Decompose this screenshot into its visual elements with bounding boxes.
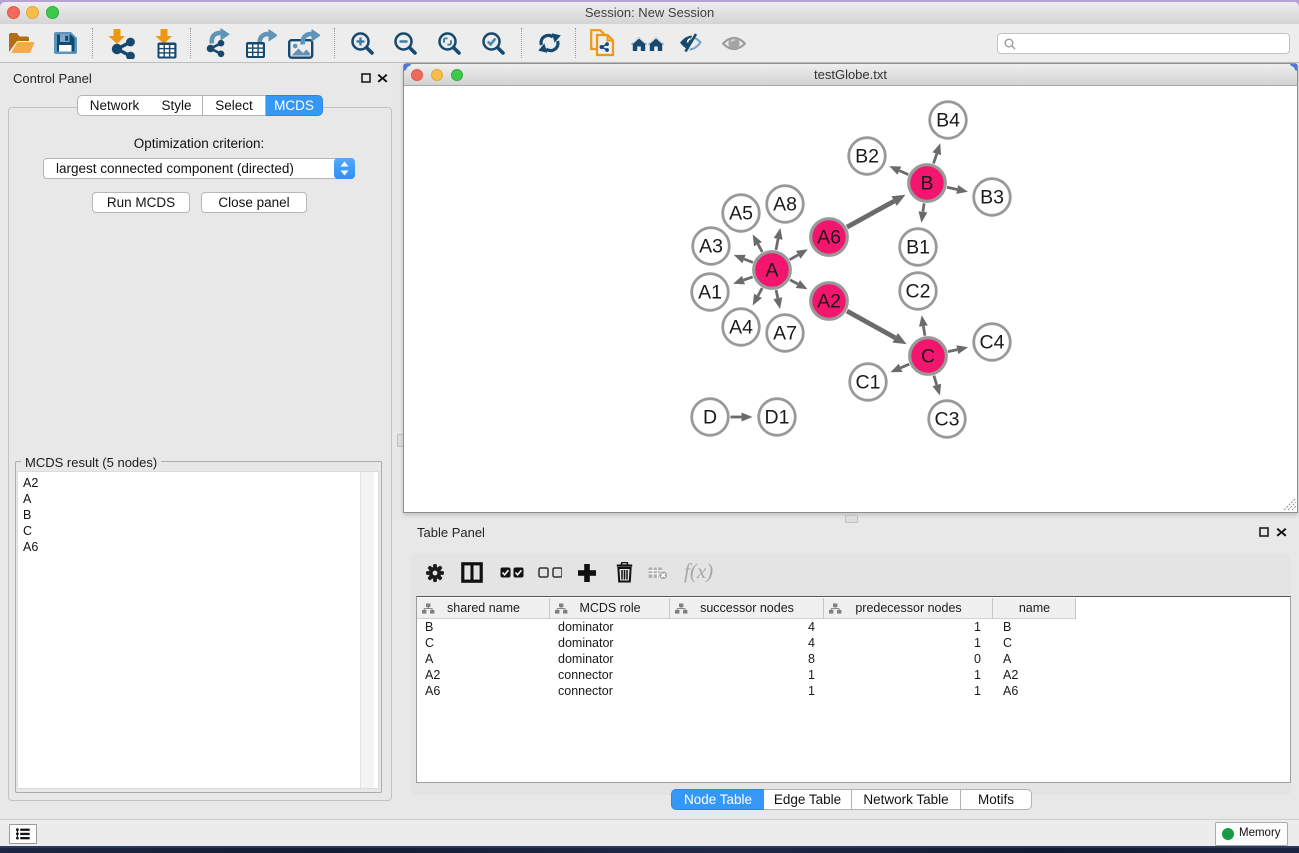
svg-text:B3: B3 xyxy=(980,187,1004,209)
svg-text:A1: A1 xyxy=(698,282,722,304)
svg-text:B1: B1 xyxy=(906,237,930,259)
svg-text:A5: A5 xyxy=(729,203,753,225)
svg-text:C: C xyxy=(921,346,935,368)
svg-text:A2: A2 xyxy=(817,291,841,313)
svg-text:A6: A6 xyxy=(817,227,841,249)
svg-text:C2: C2 xyxy=(906,281,931,303)
svg-text:D: D xyxy=(703,407,717,429)
svg-text:C1: C1 xyxy=(856,372,881,394)
svg-text:B4: B4 xyxy=(936,110,960,132)
svg-text:B: B xyxy=(920,173,933,195)
svg-text:C3: C3 xyxy=(935,409,960,431)
svg-text:B2: B2 xyxy=(855,146,879,168)
svg-text:A3: A3 xyxy=(699,236,723,258)
svg-text:D1: D1 xyxy=(765,407,790,429)
svg-text:A4: A4 xyxy=(729,317,753,339)
svg-text:A7: A7 xyxy=(773,323,797,345)
svg-text:A: A xyxy=(765,260,778,282)
svg-text:A8: A8 xyxy=(773,194,797,216)
svg-text:C4: C4 xyxy=(980,332,1005,354)
